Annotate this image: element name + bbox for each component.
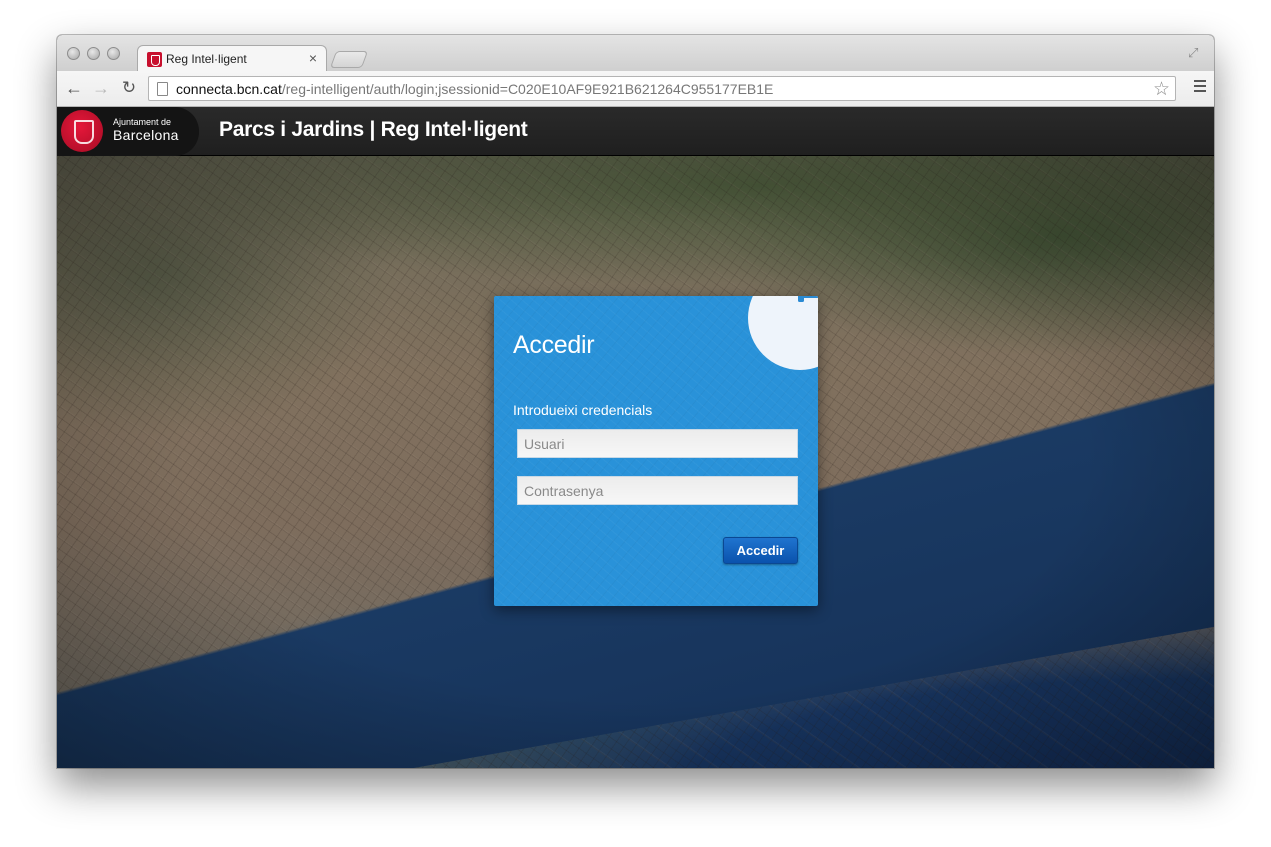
browser-tab[interactable]: Reg Intel·ligent × bbox=[137, 45, 327, 72]
browser-menu-icon[interactable] bbox=[1194, 80, 1206, 92]
back-arrow-icon[interactable]: ← bbox=[63, 77, 85, 99]
browser-toolbar: ← → ↻ connecta.bcn.cat/reg-intelligent/a… bbox=[57, 71, 1214, 107]
new-tab-button[interactable] bbox=[329, 51, 369, 68]
tab-title: Reg Intel·ligent bbox=[166, 52, 247, 66]
barcelona-logo[interactable]: Ajuntament de Barcelona bbox=[57, 107, 199, 156]
login-panel: Accedir Introdueixi credencials Accedir bbox=[494, 296, 818, 606]
credentials-label: Introdueixi credencials bbox=[513, 402, 653, 418]
zoom-window-button[interactable] bbox=[107, 47, 120, 60]
bookmark-star-icon[interactable]: ☆ bbox=[1153, 78, 1170, 101]
browser-window: Reg Intel·ligent × ⤢ ← → ↻ connecta.bcn.… bbox=[57, 35, 1214, 768]
water-tap-icon bbox=[798, 296, 818, 302]
username-input[interactable] bbox=[517, 429, 798, 458]
favicon-icon bbox=[147, 52, 162, 67]
tab-close-icon[interactable]: × bbox=[309, 50, 317, 66]
url-text[interactable]: connecta.bcn.cat/reg-intelligent/auth/lo… bbox=[176, 81, 773, 97]
close-window-button[interactable] bbox=[67, 47, 80, 60]
fullscreen-icon[interactable]: ⤢ bbox=[1188, 45, 1202, 60]
login-submit-button[interactable]: Accedir bbox=[723, 537, 798, 564]
city-shield-icon bbox=[61, 110, 103, 152]
page-title: Parcs i Jardins | Reg Intel·ligent bbox=[219, 118, 528, 141]
reload-icon[interactable]: ↻ bbox=[118, 77, 140, 99]
tab-strip: Reg Intel·ligent × ⤢ bbox=[57, 35, 1214, 72]
minimize-window-button[interactable] bbox=[87, 47, 100, 60]
url-host: connecta.bcn.cat bbox=[176, 81, 282, 97]
logo-text-small: Ajuntament de bbox=[113, 117, 172, 127]
password-input[interactable] bbox=[517, 476, 798, 505]
login-title: Accedir bbox=[513, 331, 595, 359]
app-header: Ajuntament de Barcelona Parcs i Jardins … bbox=[57, 107, 1214, 156]
aerial-background-image: Accedir Introdueixi credencials Accedir bbox=[57, 156, 1214, 768]
forward-arrow-icon[interactable]: → bbox=[90, 77, 112, 99]
logo-text-big: Barcelona bbox=[113, 127, 179, 143]
url-path: /reg-intelligent/auth/login;jsessionid=C… bbox=[281, 81, 774, 97]
page-icon bbox=[157, 82, 168, 96]
address-bar[interactable]: connecta.bcn.cat/reg-intelligent/auth/lo… bbox=[148, 76, 1176, 101]
